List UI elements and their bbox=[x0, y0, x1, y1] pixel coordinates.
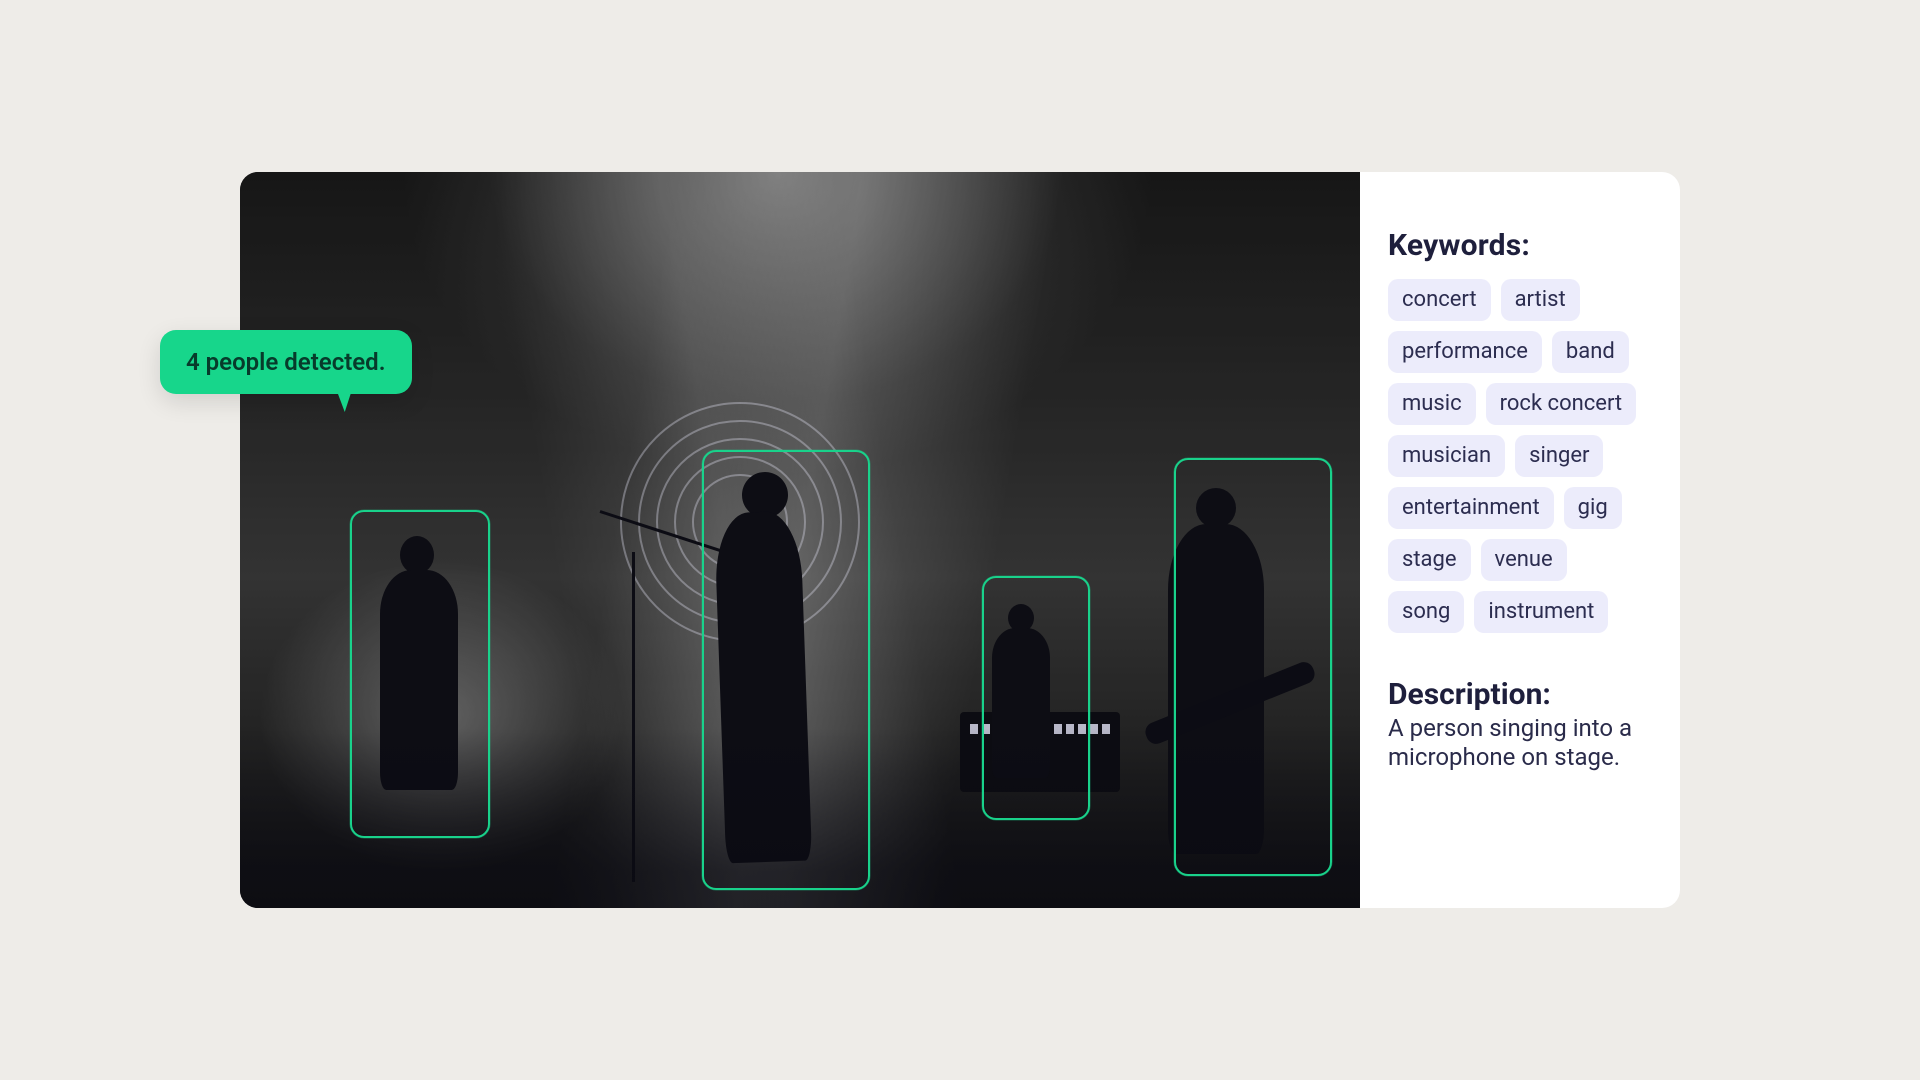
description-text: A person singing into a microphone on st… bbox=[1388, 714, 1648, 772]
description-heading: Description: bbox=[1388, 677, 1652, 712]
keyword-tag[interactable]: music bbox=[1388, 383, 1476, 425]
image-pane bbox=[240, 172, 1360, 908]
silhouette-person-1-head bbox=[400, 536, 434, 574]
keyword-tag[interactable]: instrument bbox=[1474, 591, 1608, 633]
stage-floor-shadow bbox=[240, 728, 1360, 908]
info-panel: Keywords: concertartist performanceband mu… bbox=[1360, 172, 1680, 908]
keyword-tag[interactable]: stage bbox=[1388, 539, 1471, 581]
keyword-tag[interactable]: artist bbox=[1501, 279, 1580, 321]
keyword-tag-list: concertartist performanceband musicrock co… bbox=[1388, 279, 1652, 633]
keyword-tag[interactable]: song bbox=[1388, 591, 1464, 633]
keyword-tag[interactable]: gig bbox=[1564, 487, 1622, 529]
detection-callout: 4 people detected. bbox=[160, 330, 412, 394]
keyword-tag[interactable]: band bbox=[1552, 331, 1629, 373]
result-card: 4 people detected. Keywords: concertarti… bbox=[240, 172, 1680, 908]
keyword-tag[interactable]: musician bbox=[1388, 435, 1505, 477]
keyword-tag[interactable]: performance bbox=[1388, 331, 1542, 373]
keywords-heading: Keywords: bbox=[1388, 228, 1652, 263]
keyword-tag[interactable]: concert bbox=[1388, 279, 1491, 321]
silhouette-person-4-head bbox=[1196, 488, 1236, 528]
keyword-tag[interactable]: entertainment bbox=[1388, 487, 1554, 529]
detection-callout-text: 4 people detected. bbox=[186, 348, 386, 376]
keyword-tag[interactable]: venue bbox=[1481, 539, 1567, 581]
keyword-tag[interactable]: rock concert bbox=[1486, 383, 1637, 425]
keyword-tag[interactable]: singer bbox=[1515, 435, 1603, 477]
